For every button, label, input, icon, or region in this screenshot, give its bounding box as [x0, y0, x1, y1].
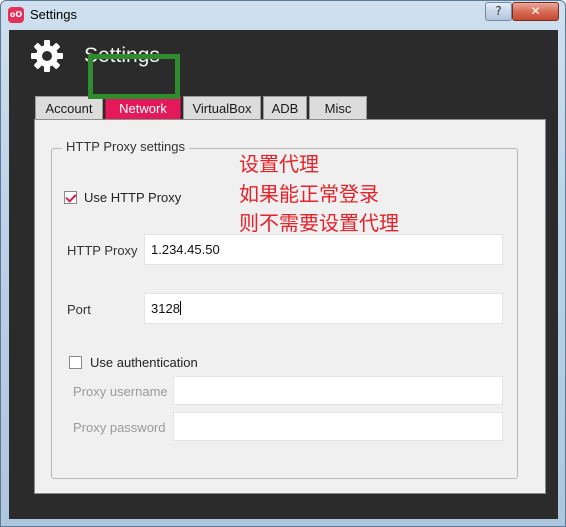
window-title: Settings [30, 7, 77, 22]
tab-misc[interactable]: Misc [309, 96, 367, 120]
http-proxy-input[interactable]: 1.234.45.50 [144, 234, 503, 265]
proxy-password-label: Proxy password [73, 420, 166, 435]
settings-window: oO Settings ? ✕ Settings Account Network… [0, 0, 566, 527]
port-value: 3128 [151, 301, 180, 316]
tab-network[interactable]: Network [105, 96, 181, 120]
gear-icon [31, 40, 63, 72]
annotation-text: 设置代理 如果能正常登录 则不需要设置代理 [239, 150, 399, 239]
help-button[interactable]: ? [485, 2, 512, 21]
use-authentication-checkbox[interactable] [69, 356, 82, 369]
tab-account[interactable]: Account [35, 96, 103, 120]
close-button[interactable]: ✕ [512, 2, 559, 21]
proxy-username-input[interactable] [173, 376, 503, 405]
text-caret [179, 301, 181, 315]
port-input[interactable]: 3128 [144, 293, 503, 324]
http-proxy-label: HTTP Proxy [67, 243, 138, 258]
tab-virtualbox[interactable]: VirtualBox [183, 96, 261, 120]
port-label: Port [67, 302, 91, 317]
use-http-proxy-label[interactable]: Use HTTP Proxy [84, 190, 181, 205]
annotation-line: 设置代理 [239, 152, 319, 176]
proxy-username-label: Proxy username [73, 384, 168, 399]
app-icon: oO [8, 7, 24, 23]
page-title: Settings [84, 44, 160, 67]
title-bar[interactable]: oO Settings ? ✕ [1, 1, 565, 30]
use-http-proxy-checkbox[interactable] [64, 191, 77, 204]
annotation-line: 则不需要设置代理 [239, 211, 399, 235]
client-area: Settings Account Network VirtualBox ADB … [9, 30, 558, 519]
settings-header: Settings [9, 30, 558, 82]
use-authentication-label[interactable]: Use authentication [90, 355, 198, 370]
tab-adb[interactable]: ADB [263, 96, 307, 120]
proxy-password-input[interactable] [173, 412, 503, 441]
annotation-line: 如果能正常登录 [239, 181, 379, 206]
group-title: HTTP Proxy settings [62, 139, 189, 154]
